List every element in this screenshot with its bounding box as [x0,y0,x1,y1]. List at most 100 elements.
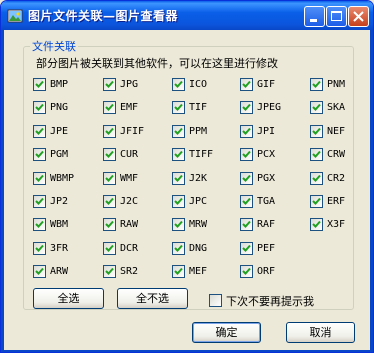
app-icon [7,9,23,23]
format-checkbox[interactable] [172,172,185,185]
format-label: WBMP [50,173,75,184]
format-label: WMF [120,173,139,184]
format-checkbox[interactable] [310,218,323,231]
format-checkbox[interactable] [172,148,185,161]
window-frame-left [1,30,4,352]
checkmark-icon [174,267,183,275]
format-checkbox[interactable] [172,78,185,91]
maximize-icon [331,11,342,21]
format-checkbox[interactable] [172,125,185,138]
format-label: RAW [120,219,139,230]
format-label: PNM [327,79,346,90]
format-checkbox[interactable] [103,195,116,208]
format-checkbox[interactable] [240,78,253,91]
format-checkbox[interactable] [103,78,116,91]
format-label: ORF [257,266,276,277]
select-none-button[interactable]: 全不选 [117,288,188,309]
format-checkbox[interactable] [240,125,253,138]
format-checkbox[interactable] [240,265,253,278]
format-checkbox[interactable] [310,101,323,114]
checkmark-icon [174,174,183,182]
dont-prompt-checkbox[interactable] [209,294,222,307]
dont-prompt-label: 下次不要再提示我 [226,295,314,308]
minimize-button[interactable] [304,6,325,27]
format-label: JFIF [120,126,145,137]
checkmark-icon [105,197,114,205]
format-checkbox[interactable] [33,148,46,161]
checkmark-icon [312,127,321,135]
format-checkbox[interactable] [172,101,185,114]
format-checkbox[interactable] [240,218,253,231]
close-icon [353,11,364,22]
format-checkbox[interactable] [240,148,253,161]
format-label: SKA [327,102,346,113]
format-label: TGA [257,196,276,207]
format-checkbox[interactable] [103,242,116,255]
checkmark-icon [242,127,251,135]
format-checkbox[interactable] [172,195,185,208]
ok-button[interactable]: 确定 [192,322,261,343]
select-all-button[interactable]: 全选 [33,288,104,309]
checkmark-icon [312,197,321,205]
format-label: NEF [327,126,346,137]
format-label: WBM [50,219,69,230]
minimize-icon [310,19,317,22]
checkmark-icon [312,103,321,111]
checkmark-icon [312,220,321,228]
format-checkbox[interactable] [240,195,253,208]
format-checkbox[interactable] [240,101,253,114]
format-checkbox[interactable] [310,125,323,138]
format-checkbox[interactable] [33,265,46,278]
checkmark-icon [35,174,44,182]
format-checkbox[interactable] [310,78,323,91]
format-checkbox[interactable] [172,218,185,231]
format-checkbox[interactable] [172,242,185,255]
checkmark-icon [174,244,183,252]
cancel-button[interactable]: 取消 [286,322,355,343]
format-checkbox[interactable] [33,195,46,208]
checkmark-icon [105,220,114,228]
checkmark-icon [312,150,321,158]
format-label: SR2 [120,266,139,277]
checkmark-icon [35,197,44,205]
checkmark-icon [242,103,251,111]
format-checkbox[interactable] [240,242,253,255]
format-checkbox[interactable] [310,195,323,208]
format-label: ICO [189,79,208,90]
format-checkbox[interactable] [103,125,116,138]
window-title: 图片文件关联—图片查看器 [28,9,179,23]
format-checkbox[interactable] [33,78,46,91]
window-frame-right [370,30,373,352]
format-checkbox[interactable] [33,101,46,114]
format-label: JPEG [257,102,282,113]
format-label: BMP [50,79,69,90]
close-button[interactable] [348,6,369,27]
format-checkbox[interactable] [103,218,116,231]
format-checkbox[interactable] [310,172,323,185]
format-label: RAF [257,219,276,230]
format-checkbox[interactable] [33,242,46,255]
format-checkbox[interactable] [103,148,116,161]
checkmark-icon [105,127,114,135]
format-label: DNG [189,243,208,254]
format-checkbox[interactable] [172,265,185,278]
format-checkbox[interactable] [310,148,323,161]
checkmark-icon [35,244,44,252]
format-checkbox[interactable] [103,101,116,114]
format-checkbox[interactable] [33,125,46,138]
group-title: 文件关联 [30,38,78,54]
checkmark-icon [242,150,251,158]
format-checkbox[interactable] [33,218,46,231]
format-label: MEF [189,266,208,277]
checkmark-icon [35,267,44,275]
title-bar[interactable]: 图片文件关联—图片查看器 [1,1,373,30]
format-checkbox[interactable] [240,172,253,185]
format-checkbox[interactable] [103,172,116,185]
format-checkbox[interactable] [103,265,116,278]
maximize-button[interactable] [326,6,347,27]
format-label: ARW [50,266,69,277]
format-checkbox[interactable] [33,172,46,185]
format-label: DCR [120,243,139,254]
format-label: JPG [120,79,139,90]
format-label: TIFF [189,149,214,160]
